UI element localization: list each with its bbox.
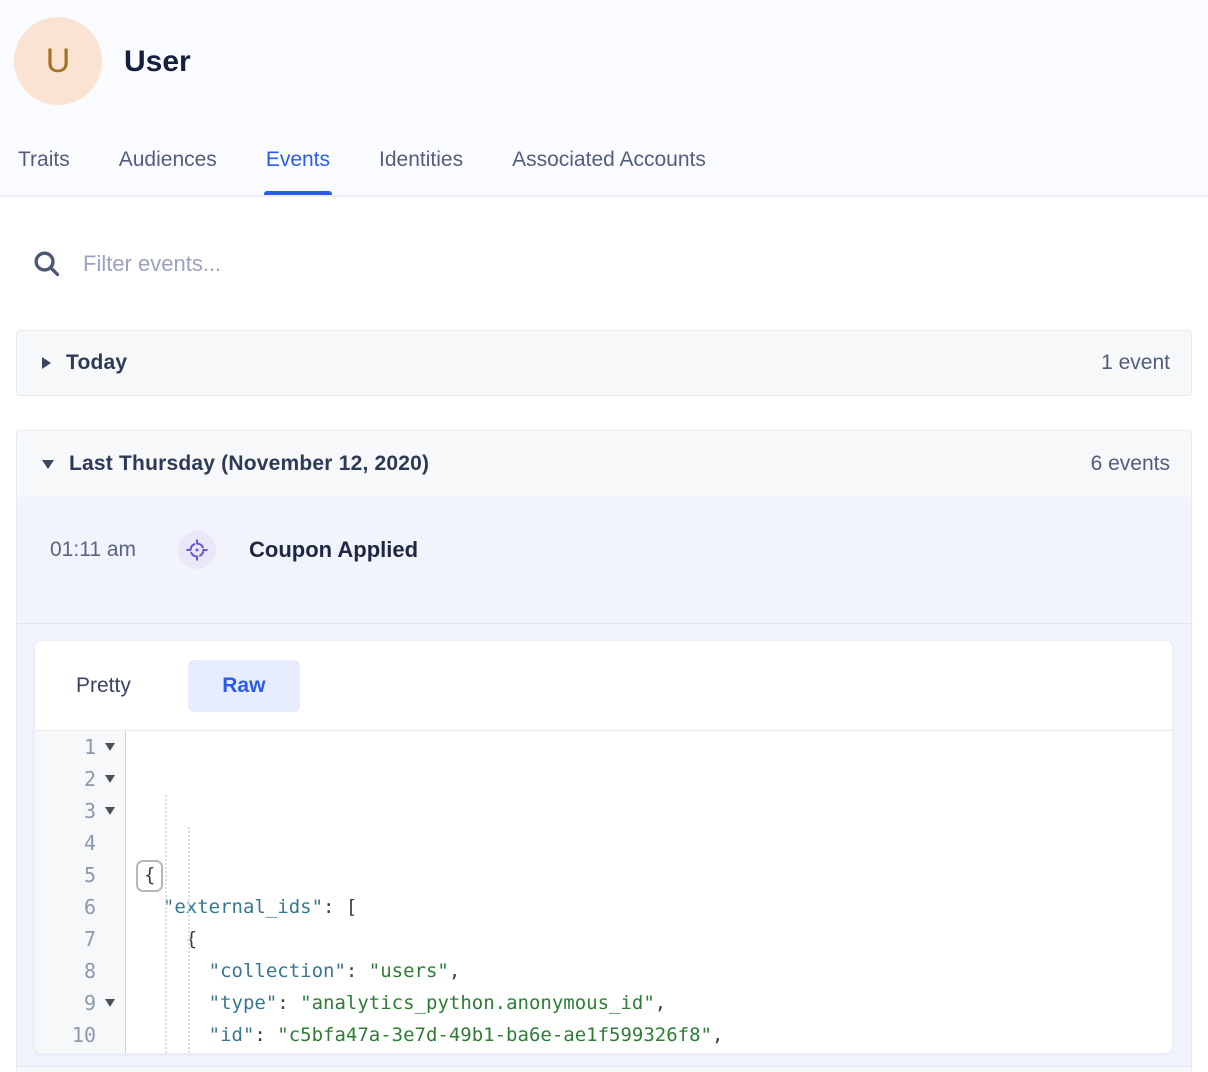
- chevron-right-icon: [42, 357, 51, 369]
- tab-audiences[interactable]: Audiences: [119, 148, 217, 195]
- day-group-today: Today 1 event: [16, 330, 1192, 396]
- gutter-line: 10: [35, 1019, 125, 1051]
- editor-gutter: 1 2 3 4 5 6 7 8 9 10: [35, 731, 126, 1053]
- event-detail-card: Pretty Raw 1 2 3 4 5 6 7 8 9 10 { "external_ids":…: [34, 640, 1173, 1054]
- code-line: "type": "analytics_python.anonymous_id",: [140, 987, 1172, 1019]
- fold-arrow-icon[interactable]: [105, 999, 115, 1007]
- day-group-title: Today: [66, 351, 127, 375]
- view-toggle-row: Pretty Raw: [35, 641, 1172, 731]
- day-group-title: Last Thursday (November 12, 2020): [69, 452, 429, 476]
- event-row-coupon-applied[interactable]: 01:11 am Coupon Applied: [17, 497, 1191, 624]
- gutter-line: 1: [35, 731, 125, 763]
- line-number: 6: [84, 895, 96, 919]
- day-group-today-header[interactable]: Today 1 event: [17, 331, 1191, 395]
- search-input[interactable]: [83, 251, 583, 277]
- event-icon-badge: [178, 531, 216, 569]
- event-name: Coupon Applied: [249, 537, 418, 563]
- fold-arrow-icon[interactable]: [105, 807, 115, 815]
- avatar: U: [14, 17, 102, 105]
- gutter-line: 8: [35, 955, 125, 987]
- line-number: 2: [84, 767, 96, 791]
- line-number: 9: [84, 991, 96, 1015]
- event-time: 01:11 am: [50, 538, 157, 562]
- avatar-letter: U: [46, 42, 71, 81]
- gutter-line: 7: [35, 923, 125, 955]
- tab-traits[interactable]: Traits: [18, 148, 70, 195]
- tab-bar: Traits Audiences Events Identities Associate…: [18, 148, 706, 195]
- code-line: "id": "c5bfa47a-3e7d-49b1-ba6e-ae1f59932…: [140, 1019, 1172, 1051]
- json-editor: 1 2 3 4 5 6 7 8 9 10 { "external_ids": [ { "colle…: [35, 731, 1172, 1053]
- indent-guide: [188, 827, 190, 1053]
- tab-identities[interactable]: Identities: [379, 148, 463, 195]
- gutter-line: 4: [35, 827, 125, 859]
- profile-header: U User Traits Audiences Events Identities As…: [0, 0, 1208, 197]
- indent-guide: [165, 795, 167, 1053]
- search-icon: [31, 248, 62, 279]
- day-group-body: 01:11 am Coupon Applied Pretty Raw: [17, 497, 1191, 1072]
- fold-arrow-icon[interactable]: [105, 775, 115, 783]
- page-title: User: [124, 45, 191, 79]
- line-number: 10: [72, 1023, 96, 1047]
- code-line: {: [140, 859, 1172, 891]
- day-group-count: 6 events: [1091, 452, 1170, 476]
- tab-associated-accounts[interactable]: Associated Accounts: [512, 148, 706, 195]
- line-number: 3: [84, 799, 96, 823]
- fold-arrow-icon[interactable]: [105, 743, 115, 751]
- chevron-down-icon: [42, 460, 54, 469]
- code-line: "encoding": "none": [140, 1051, 1172, 1053]
- day-group-last-thursday: Last Thursday (November 12, 2020) 6 even…: [16, 430, 1192, 1072]
- target-icon: [185, 538, 209, 562]
- gutter-line: 3: [35, 795, 125, 827]
- line-number: 7: [84, 927, 96, 951]
- raw-view-button[interactable]: Raw: [188, 660, 300, 712]
- next-event-divider: [17, 1066, 1191, 1072]
- code-line: "collection": "users",: [140, 955, 1172, 987]
- day-group-last-thursday-header[interactable]: Last Thursday (November 12, 2020) 6 even…: [17, 431, 1191, 497]
- day-group-count: 1 event: [1101, 351, 1170, 375]
- filter-events-row: [0, 197, 1208, 330]
- tab-events[interactable]: Events: [266, 148, 330, 195]
- pretty-view-button[interactable]: Pretty: [76, 674, 131, 698]
- gutter-line: 6: [35, 891, 125, 923]
- gutter-line: 2: [35, 763, 125, 795]
- code-lines: { "external_ids": [ { "collection": "use…: [126, 731, 1172, 1053]
- line-number: 4: [84, 831, 96, 855]
- code-line: "external_ids": [: [140, 891, 1172, 923]
- line-number: 8: [84, 959, 96, 983]
- gutter-line: 5: [35, 859, 125, 891]
- line-number: 1: [84, 735, 96, 759]
- line-number: 5: [84, 863, 96, 887]
- gutter-line: 9: [35, 987, 125, 1019]
- code-line: {: [140, 923, 1172, 955]
